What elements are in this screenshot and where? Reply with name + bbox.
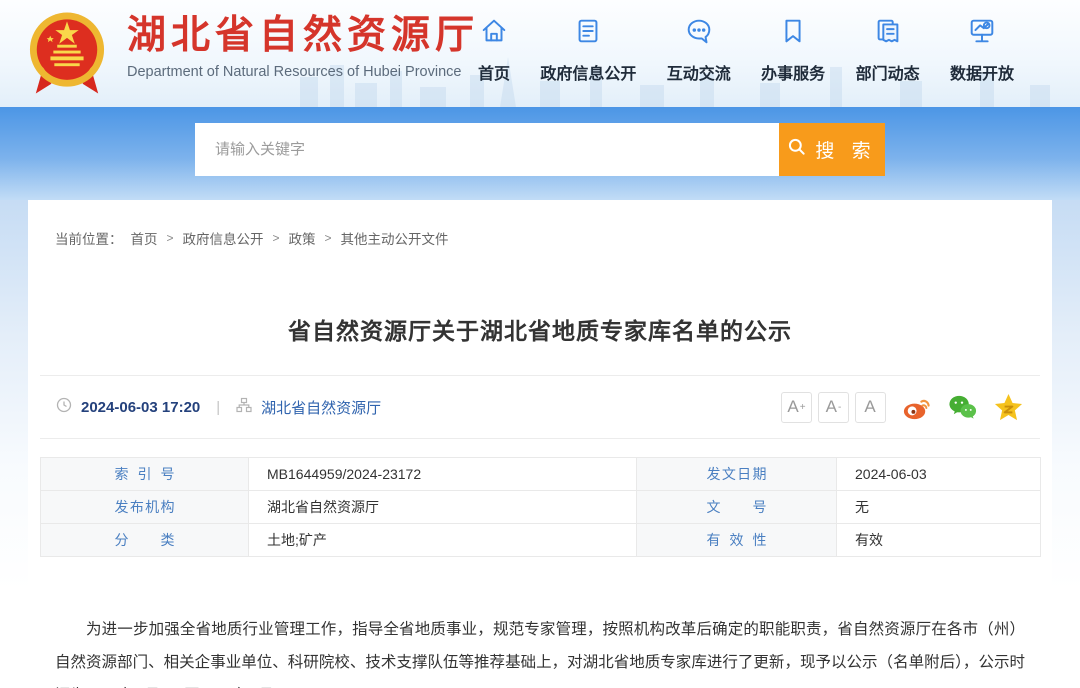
weibo-icon[interactable] <box>901 392 932 423</box>
font-decrease-sign: - <box>838 402 841 413</box>
meta-value-doc-number: 无 <box>837 491 1041 524</box>
font-increase-button[interactable]: A+ <box>781 392 812 423</box>
meta-label-index-number: 索引号 <box>41 458 249 491</box>
font-reset-label: A <box>864 397 875 417</box>
site-header: 湖北省自然资源厅 Department of Natural Resources… <box>0 0 1080 107</box>
table-row: 发布机构 湖北省自然资源厅 文号 无 <box>41 491 1041 524</box>
nav-label: 首页 <box>478 60 510 84</box>
breadcrumb-separator: > <box>273 231 280 245</box>
qzone-icon[interactable] <box>993 392 1024 423</box>
document-icon <box>573 16 603 51</box>
nav-item-services[interactable]: 办事服务 <box>761 16 825 84</box>
meta-value-issuing-agency: 湖北省自然资源厅 <box>249 491 637 524</box>
main-nav: 首页 政府信息公开 互动交流 办事服务 部门动态 <box>478 16 1014 84</box>
search-input[interactable] <box>195 123 779 176</box>
nav-item-open-data[interactable]: 数据开放 <box>950 16 1014 84</box>
search-icon <box>787 137 815 163</box>
content-background: 当前位置： 首页 > 政府信息公开 > 政策 > 其他主动公开文件 省自然资源厅… <box>0 200 1080 688</box>
breadcrumb-separator: > <box>325 231 332 245</box>
nav-item-interaction[interactable]: 互动交流 <box>667 16 731 84</box>
publish-time: 2024-06-03 17:20 <box>81 399 200 416</box>
breadcrumb-item-other-docs[interactable]: 其他主动公开文件 <box>341 228 449 248</box>
article-source[interactable]: 湖北省自然资源厅 <box>261 397 381 418</box>
article-title: 省自然资源厅关于湖北省地质专家库名单的公示 <box>28 312 1052 346</box>
article-body-paragraph: 为进一步加强全省地质行业管理工作，指导全省地质事业，规范专家管理，按照机构改革后… <box>55 613 1025 688</box>
meta-value-issue-date: 2024-06-03 <box>837 458 1041 491</box>
site-brand: 湖北省自然资源厅 Department of Natural Resources… <box>127 14 479 80</box>
article-meta-row: 2024-06-03 17:20 | 湖北省自然资源厅 A+ A- A <box>40 375 1040 439</box>
meta-label-issuing-agency: 发布机构 <box>41 491 249 524</box>
nav-label: 数据开放 <box>950 60 1014 84</box>
meta-separator: | <box>216 399 220 416</box>
meta-value-index-number: MB1644959/2024-23172 <box>249 458 637 491</box>
font-increase-label: A <box>787 397 798 417</box>
meta-label-category: 分类 <box>41 524 249 557</box>
breadcrumb-prefix: 当前位置： <box>55 228 123 248</box>
table-row: 索引号 MB1644959/2024-23172 发文日期 2024-06-03 <box>41 458 1041 491</box>
nav-item-home[interactable]: 首页 <box>478 16 510 84</box>
national-emblem-logo <box>28 7 106 100</box>
article-card: 当前位置： 首页 > 政府信息公开 > 政策 > 其他主动公开文件 省自然资源厅… <box>28 200 1052 688</box>
pages-icon <box>873 16 903 51</box>
font-decrease-button[interactable]: A- <box>818 392 849 423</box>
breadcrumb-item-home[interactable]: 首页 <box>131 228 158 248</box>
breadcrumb-item-policy[interactable]: 政策 <box>289 228 316 248</box>
font-reset-button[interactable]: A <box>855 392 886 423</box>
search-button-label: 搜 索 <box>815 136 876 163</box>
nav-label: 互动交流 <box>667 60 731 84</box>
home-icon <box>479 16 509 51</box>
search-button[interactable]: 搜 索 <box>779 123 885 176</box>
site-subtitle: Department of Natural Resources of Hubei… <box>127 64 479 80</box>
meta-label-issue-date: 发文日期 <box>637 458 837 491</box>
clock-icon <box>56 397 72 418</box>
site-title: 湖北省自然资源厅 <box>127 14 479 58</box>
meta-label-doc-number: 文号 <box>637 491 837 524</box>
meta-value-category: 土地;矿产 <box>249 524 637 557</box>
table-row: 分类 土地;矿产 有效性 有效 <box>41 524 1041 557</box>
font-decrease-label: A <box>826 397 837 417</box>
meta-value-validity: 有效 <box>837 524 1041 557</box>
meta-label-validity: 有效性 <box>637 524 837 557</box>
breadcrumb-separator: > <box>167 231 174 245</box>
article-meta-left: 2024-06-03 17:20 | 湖北省自然资源厅 <box>56 397 381 418</box>
nav-item-gov-info[interactable]: 政府信息公开 <box>540 16 636 84</box>
breadcrumb: 当前位置： 首页 > 政府信息公开 > 政策 > 其他主动公开文件 <box>28 200 1052 248</box>
breadcrumb-item-gov-info[interactable]: 政府信息公开 <box>183 228 264 248</box>
chat-icon <box>684 16 714 51</box>
source-icon <box>236 397 252 418</box>
nav-label: 部门动态 <box>856 60 920 84</box>
bookmark-icon <box>778 16 808 51</box>
wechat-icon[interactable] <box>947 392 978 423</box>
search-band: 搜 索 <box>0 107 1080 200</box>
search-bar: 搜 索 <box>195 123 885 176</box>
font-increase-sign: + <box>800 402 806 413</box>
data-screen-icon <box>967 16 997 51</box>
nav-label: 政府信息公开 <box>540 60 636 84</box>
document-meta-table: 索引号 MB1644959/2024-23172 发文日期 2024-06-03… <box>40 457 1041 557</box>
nav-item-department-news[interactable]: 部门动态 <box>856 16 920 84</box>
article-meta-tools: A+ A- A <box>775 392 1024 423</box>
nav-label: 办事服务 <box>761 60 825 84</box>
